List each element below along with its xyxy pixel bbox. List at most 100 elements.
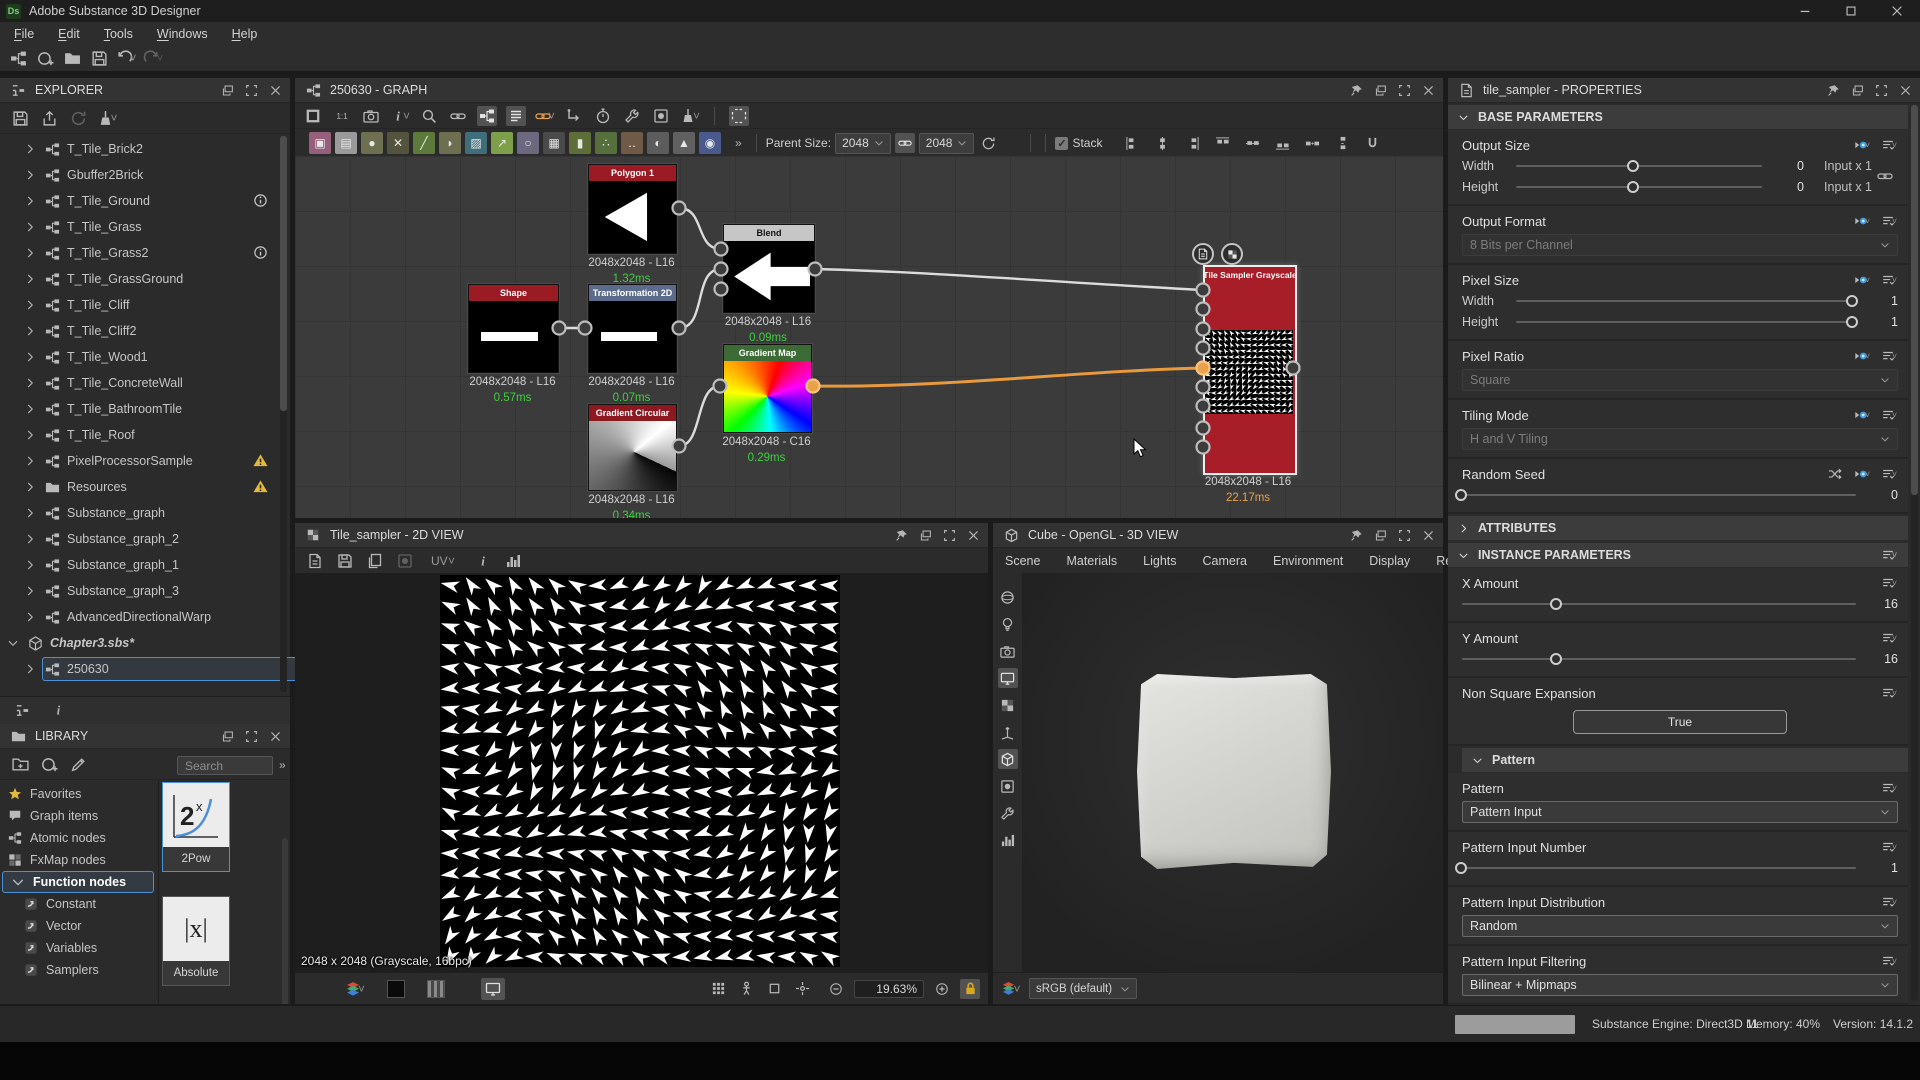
graph-canvas[interactable]: Polygon 12048x2048 - L161.32msBlend2048x… <box>295 156 1443 518</box>
section-attributes[interactable]: ATTRIBUTES <box>1448 516 1908 541</box>
tree-item-advanceddirectionalwarp[interactable]: AdvancedDirectionalWarp <box>0 604 312 630</box>
properties-scrollbar[interactable] <box>1911 105 1918 1001</box>
properties-float-button[interactable] <box>1851 84 1864 97</box>
window-maximize-button[interactable] <box>1828 0 1874 22</box>
view3d-pin-button[interactable] <box>1350 529 1363 542</box>
uv-mode-select[interactable]: UV ˅ <box>431 554 455 568</box>
explorer-maximize-button[interactable] <box>245 84 258 97</box>
explorer-scrollbar[interactable] <box>280 136 287 692</box>
link-create-button[interactable] <box>448 106 468 126</box>
expand-chevron-icon[interactable] <box>22 243 38 263</box>
node-shortcut-3[interactable]: ● <box>361 132 383 154</box>
expand-chevron-icon[interactable] <box>22 373 38 393</box>
view3d-float-button[interactable] <box>1374 529 1387 542</box>
camera-button[interactable] <box>998 641 1018 661</box>
node-shortcut-5[interactable]: ╱ <box>413 132 435 154</box>
properties-maximize-button[interactable] <box>1875 84 1888 97</box>
menu-icon[interactable]: ˅ <box>1880 466 1898 482</box>
node-shortcut-9[interactable]: ○ <box>517 132 539 154</box>
slider-random-seed[interactable] <box>1462 494 1856 496</box>
node-graph-button[interactable] <box>8 48 28 68</box>
node-shortcut-14[interactable]: ◐ <box>647 132 669 154</box>
expand-chevron-icon[interactable] <box>22 607 38 627</box>
view2d-close-button[interactable] <box>967 529 980 542</box>
parent-size-select[interactable]: 2048 <box>835 133 891 154</box>
toolbar-overflow[interactable]: » <box>735 136 742 150</box>
display-monitor-button[interactable] <box>998 668 1018 688</box>
func-icon[interactable]: ˅ <box>1853 213 1871 229</box>
slider-pattern-input-number[interactable] <box>1462 867 1856 869</box>
add-package-button[interactable] <box>39 754 59 774</box>
shuffle-icon[interactable] <box>1826 466 1844 482</box>
thumbnail-box-button[interactable] <box>998 776 1018 796</box>
library-search-more[interactable]: » <box>279 758 286 772</box>
tree-item-t-tile-roof[interactable]: T_Tile_Roof <box>0 422 312 448</box>
slider-output-size-width[interactable] <box>1516 165 1762 167</box>
expand-chevron-icon[interactable] <box>22 217 38 237</box>
slider-y-amount[interactable] <box>1462 658 1856 660</box>
screenshot-camera-button[interactable] <box>361 106 381 126</box>
expand-chevron-icon[interactable] <box>22 451 38 471</box>
library-search-input[interactable]: Search <box>177 756 273 775</box>
pattern-badge[interactable] <box>1221 243 1243 265</box>
node-shortcut-13[interactable]: ‥ <box>621 132 643 154</box>
graph-node-shape[interactable]: Shape <box>468 284 559 373</box>
expand-chevron-icon[interactable] <box>22 165 38 185</box>
graph-node-transformation-2d[interactable]: Transformation 2D <box>588 284 677 373</box>
channels-icon[interactable]: ˅ <box>345 979 365 999</box>
select-tiling-mode[interactable]: H and V Tiling <box>1462 428 1898 450</box>
align-middle-button[interactable] <box>1242 133 1262 153</box>
fit-frame-icon[interactable] <box>764 979 784 999</box>
edit-pencil-button[interactable] <box>68 754 88 774</box>
transform-axes-button[interactable] <box>998 722 1018 742</box>
func-icon[interactable]: ˅ <box>1853 466 1871 482</box>
slider-output-size-height[interactable] <box>1516 186 1762 188</box>
wrench-button[interactable] <box>622 106 642 126</box>
select-pixel-ratio[interactable]: Square <box>1462 369 1898 391</box>
node-shortcut-6[interactable]: ◗ <box>439 132 461 154</box>
library-item-absolute[interactable]: |x| Absolute <box>162 896 230 986</box>
tree-item-substance-graph-1[interactable]: Substance_graph_1 <box>0 552 312 578</box>
func-icon[interactable]: ˅ <box>1853 407 1871 423</box>
expand-chevron-icon[interactable] <box>22 269 38 289</box>
thumbnail-box-button[interactable] <box>651 106 671 126</box>
node-shortcut-10[interactable]: ▦ <box>543 132 565 154</box>
redo-button[interactable]: ˅ <box>143 48 163 68</box>
tree-item-t-tile-grassground[interactable]: T_Tile_GrassGround <box>0 266 312 292</box>
node-shortcut-1[interactable]: ▣ <box>309 132 331 154</box>
view2d-float-button[interactable] <box>919 529 932 542</box>
zoom-in-button[interactable] <box>932 979 952 999</box>
tree-item-resources[interactable]: Resources <box>0 474 312 500</box>
align-top-button[interactable] <box>1212 133 1232 153</box>
view2d-pin-button[interactable] <box>895 529 908 542</box>
checker-uv-button[interactable] <box>998 695 1018 715</box>
tree-item-t-tile-grass2[interactable]: T_Tile_Grass2 <box>0 240 312 266</box>
background-stripes-swatch[interactable] <box>427 980 445 998</box>
distribute-v-button[interactable] <box>1332 133 1352 153</box>
add-package-button[interactable] <box>35 48 55 68</box>
tree-item-substance-graph-2[interactable]: Substance_graph_2 <box>0 526 312 552</box>
node-shortcut-7[interactable]: ▨ <box>465 132 487 154</box>
snap-magnet-button[interactable] <box>1362 133 1382 153</box>
graph-node-blend[interactable]: Blend <box>723 224 815 313</box>
grid-toggle-icon[interactable] <box>708 979 728 999</box>
library-category-atomic-nodes[interactable]: Atomic nodes <box>0 827 164 849</box>
view3d-menu-lights[interactable]: Lights <box>1143 554 1176 568</box>
clean-broom-button[interactable]: ˅ <box>97 108 117 128</box>
explorer-float-button[interactable] <box>221 84 234 97</box>
stack-checkbox[interactable]: ✓ <box>1055 137 1068 150</box>
expand-chevron-icon[interactable] <box>22 477 38 497</box>
tree-item-250630[interactable]: 250630 <box>0 656 312 682</box>
info-view-toggle-icon[interactable] <box>48 701 68 721</box>
tree-item-gbuffer2brick[interactable]: Gbuffer2Brick <box>0 162 312 188</box>
tree-item-t-tile-ground[interactable]: T_Tile_Ground <box>0 188 312 214</box>
graph-node-gradient-map[interactable]: Gradient Map <box>723 344 812 433</box>
node-shortcut-11[interactable]: ▮ <box>569 132 591 154</box>
histogram-button[interactable] <box>998 830 1018 850</box>
library-category-graph-items[interactable]: Graph items <box>0 805 164 827</box>
expand-chevron-icon[interactable] <box>5 633 21 653</box>
search-button[interactable] <box>419 106 439 126</box>
graph-node-polygon-1[interactable]: Polygon 1 <box>588 164 677 254</box>
display-filter-button[interactable] <box>481 978 505 1000</box>
menu-icon[interactable]: ˅ <box>1880 894 1898 910</box>
